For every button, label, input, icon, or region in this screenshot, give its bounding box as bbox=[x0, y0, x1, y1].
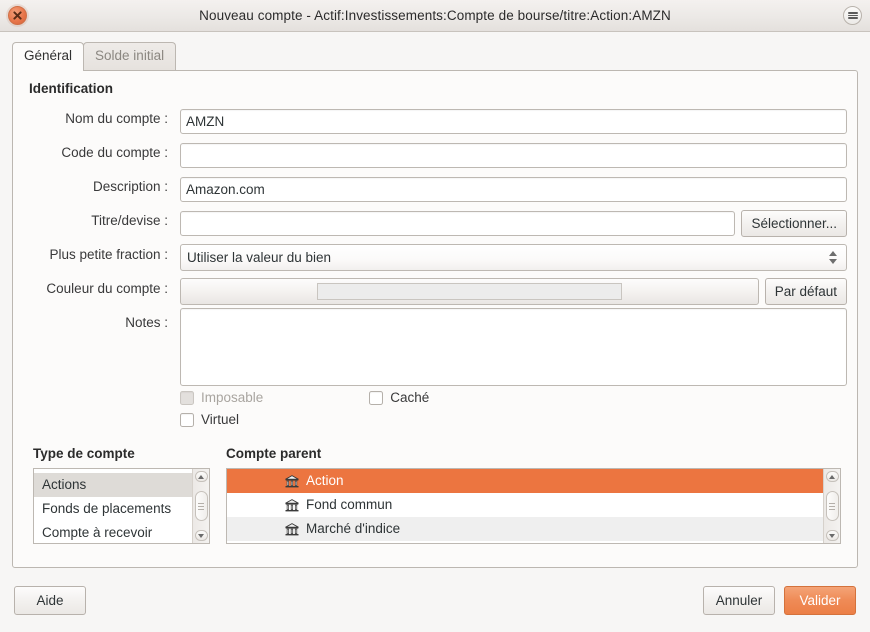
placeholder-label: Virtuel bbox=[201, 412, 239, 427]
scrollbar-thumb[interactable] bbox=[826, 491, 839, 521]
parent-account-heading: Compte parent bbox=[226, 446, 841, 461]
scroll-down-icon[interactable] bbox=[195, 530, 208, 541]
tree-row[interactable]: Fond commun bbox=[227, 493, 823, 517]
scroll-down-icon[interactable] bbox=[826, 530, 839, 541]
parent-account-column: Compte parent bbox=[226, 446, 841, 544]
cancel-button[interactable]: Annuler bbox=[703, 586, 775, 615]
tree-row-label: Fond commun bbox=[306, 493, 392, 517]
checkbox-box[interactable] bbox=[180, 413, 194, 427]
smallest-fraction-combobox[interactable]: Utiliser la valeur du bien bbox=[180, 244, 847, 271]
bank-icon bbox=[285, 475, 299, 488]
help-button[interactable]: Aide bbox=[14, 586, 86, 615]
account-type-list: Actions Fonds de placements Compte à rec… bbox=[34, 469, 192, 543]
checkbox-box[interactable] bbox=[369, 391, 383, 405]
tab-bar: Général Solde initial bbox=[0, 32, 870, 70]
taxable-label: Imposable bbox=[201, 390, 263, 405]
dialog-footer: Aide Annuler Valider bbox=[0, 568, 870, 632]
hidden-checkbox[interactable]: Caché bbox=[369, 390, 429, 405]
list-item[interactable]: Actions bbox=[34, 473, 192, 497]
title-bar: Nouveau compte - Actif:Investissements:C… bbox=[0, 0, 870, 32]
notes-label: Notes : bbox=[27, 308, 180, 342]
checkbox-row-2: Virtuel bbox=[23, 412, 847, 427]
spinner-icon[interactable] bbox=[829, 251, 840, 264]
description-row bbox=[180, 172, 847, 206]
parent-account-list: Action bbox=[227, 469, 823, 543]
account-color-label: Couleur du compte : bbox=[27, 274, 180, 308]
notes-textarea[interactable] bbox=[180, 308, 847, 386]
checkbox-box bbox=[180, 391, 194, 405]
account-code-label: Code du compte : bbox=[27, 138, 180, 172]
account-name-label: Nom du compte : bbox=[27, 104, 180, 138]
security-currency-row: Sélectionner... bbox=[180, 206, 847, 240]
account-code-row bbox=[180, 138, 847, 172]
account-color-button[interactable] bbox=[180, 278, 759, 305]
list-item[interactable]: Compte à recevoir bbox=[34, 521, 192, 543]
account-color-row: Par défaut bbox=[180, 274, 847, 308]
ok-button[interactable]: Valider bbox=[784, 586, 856, 615]
hidden-label: Caché bbox=[390, 390, 429, 405]
color-default-button[interactable]: Par défaut bbox=[765, 278, 847, 305]
footer-actions: Annuler Valider bbox=[703, 586, 856, 615]
tree-row[interactable]: Action bbox=[227, 469, 823, 493]
scroll-up-icon[interactable] bbox=[195, 471, 208, 482]
account-type-heading: Type de compte bbox=[33, 446, 210, 461]
description-label: Description : bbox=[27, 172, 180, 206]
security-currency-label: Titre/devise : bbox=[27, 206, 180, 240]
general-tab-panel: Identification Nom du compte : Code du c… bbox=[12, 70, 858, 568]
account-name-row bbox=[180, 104, 847, 138]
window-title: Nouveau compte - Actif:Investissements:C… bbox=[0, 8, 870, 23]
account-name-input[interactable] bbox=[180, 109, 847, 134]
parent-account-treeview[interactable]: Action bbox=[226, 468, 841, 544]
hamburger-menu-icon[interactable] bbox=[843, 6, 862, 25]
select-security-button[interactable]: Sélectionner... bbox=[741, 210, 847, 237]
color-swatch bbox=[317, 283, 622, 300]
parent-account-scrollbar[interactable] bbox=[823, 469, 840, 543]
smallest-fraction-label: Plus petite fraction : bbox=[27, 240, 180, 274]
new-account-dialog: Nouveau compte - Actif:Investissements:C… bbox=[0, 0, 870, 632]
tree-row[interactable]: Marché d'indice bbox=[227, 517, 823, 541]
identification-form: Nom du compte : Code du compte : Descrip… bbox=[23, 104, 847, 386]
tree-row-label: Marché d'indice bbox=[306, 517, 400, 541]
checkbox-row-1: Imposable Caché bbox=[23, 390, 847, 405]
tab-general[interactable]: Général bbox=[12, 42, 84, 71]
taxable-checkbox: Imposable bbox=[180, 390, 263, 405]
account-type-column: Type de compte Actions Fonds de placemen… bbox=[33, 446, 210, 544]
tree-row-label: Action bbox=[306, 469, 344, 493]
identification-heading: Identification bbox=[29, 81, 847, 96]
bank-icon bbox=[285, 499, 299, 512]
account-type-scrollbar[interactable] bbox=[192, 469, 209, 543]
list-item[interactable]: Fonds de placements bbox=[34, 497, 192, 521]
description-input[interactable] bbox=[180, 177, 847, 202]
security-currency-input[interactable] bbox=[180, 211, 735, 236]
placeholder-checkbox[interactable]: Virtuel bbox=[180, 412, 239, 427]
account-type-listbox[interactable]: Actions Fonds de placements Compte à rec… bbox=[33, 468, 210, 544]
scroll-up-icon[interactable] bbox=[826, 471, 839, 482]
scrollbar-thumb[interactable] bbox=[195, 491, 208, 521]
close-icon[interactable] bbox=[8, 6, 27, 25]
smallest-fraction-value: Utiliser la valeur du bien bbox=[187, 250, 829, 265]
tab-solde-initial[interactable]: Solde initial bbox=[83, 42, 176, 70]
lists-area: Type de compte Actions Fonds de placemen… bbox=[23, 446, 847, 544]
notes-row bbox=[180, 308, 847, 386]
account-code-input[interactable] bbox=[180, 143, 847, 168]
smallest-fraction-row: Utiliser la valeur du bien bbox=[180, 240, 847, 274]
bank-icon bbox=[285, 523, 299, 536]
